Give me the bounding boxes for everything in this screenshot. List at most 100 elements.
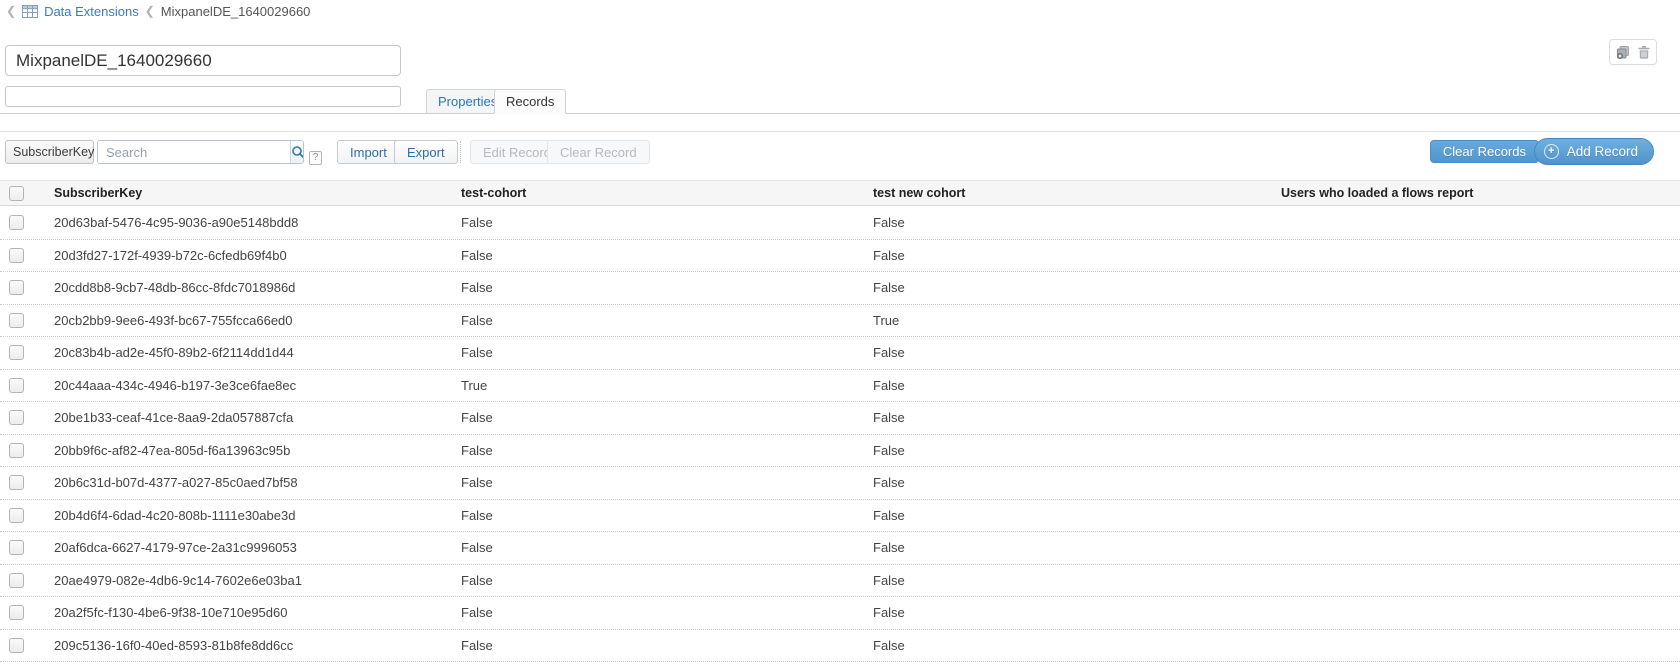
row-checkbox-cell	[0, 248, 45, 263]
cell-subscriber-key: 20c83b4b-ad2e-45f0-89b2-6f2114dd1d44	[45, 345, 452, 360]
cell-test-cohort: False	[452, 605, 864, 620]
search-field-label: SubscriberKey	[13, 145, 94, 159]
trash-icon[interactable]	[1638, 46, 1650, 59]
column-header-subscriberkey[interactable]: SubscriberKey	[45, 186, 452, 200]
record-row[interactable]: 20d3fd27-172f-4939-b72c-6cfedb69f4b0 Fal…	[0, 240, 1680, 273]
cell-subscriber-key: 209c5136-16f0-40ed-8593-81b8fe8dd6cc	[45, 638, 452, 653]
records-table-body: 20d63baf-5476-4c95-9036-a90e5148bdd8 Fal…	[0, 207, 1680, 662]
column-header-test-cohort[interactable]: test-cohort	[452, 186, 864, 200]
add-record-label: Add Record	[1567, 144, 1638, 159]
cell-test-cohort: True	[452, 378, 864, 393]
record-row[interactable]: 20cdd8b8-9cb7-48db-86cc-8fdc7018986d Fal…	[0, 272, 1680, 305]
cell-subscriber-key: 20d3fd27-172f-4939-b72c-6cfedb69f4b0	[45, 248, 452, 263]
column-header-test-new-cohort[interactable]: test new cohort	[864, 186, 1272, 200]
header-checkbox-cell	[0, 186, 45, 201]
cell-test-cohort: False	[452, 443, 864, 458]
add-record-button[interactable]: + Add Record	[1534, 138, 1654, 165]
row-checkbox[interactable]	[9, 573, 24, 588]
cell-test-new-cohort: False	[864, 443, 1272, 458]
cell-subscriber-key: 20be1b33-ceaf-41ce-8aa9-2da057887cfa	[45, 410, 452, 425]
copy-icon[interactable]	[1616, 46, 1630, 59]
content-divider	[0, 131, 1680, 132]
row-checkbox[interactable]	[9, 508, 24, 523]
cell-test-new-cohort: False	[864, 573, 1272, 588]
cell-subscriber-key: 20d63baf-5476-4c95-9036-a90e5148bdd8	[45, 215, 452, 230]
cell-test-cohort: False	[452, 475, 864, 490]
record-row[interactable]: 20be1b33-ceaf-41ce-8aa9-2da057887cfa Fal…	[0, 402, 1680, 435]
record-row[interactable]: 20c83b4b-ad2e-45f0-89b2-6f2114dd1d44 Fal…	[0, 337, 1680, 370]
cell-test-new-cohort: False	[864, 248, 1272, 263]
cell-test-new-cohort: False	[864, 345, 1272, 360]
row-checkbox[interactable]	[9, 443, 24, 458]
cell-subscriber-key: 20a2f5fc-f130-4be6-9f38-10e710e95d60	[45, 605, 452, 620]
cell-test-cohort: False	[452, 410, 864, 425]
cell-subscriber-key: 20b4d6f4-6dad-4c20-808b-1111e30abe3d	[45, 508, 452, 523]
clear-record-button[interactable]: Clear Record	[547, 140, 650, 164]
de-name-input[interactable]	[5, 45, 401, 76]
column-header-flows-report[interactable]: Users who loaded a flows report	[1272, 186, 1680, 200]
help-icon[interactable]: ?	[309, 151, 322, 165]
breadcrumb-link-data-extensions[interactable]: Data Extensions	[44, 4, 139, 19]
back-chevron-icon[interactable]: ❮	[6, 4, 16, 18]
tab-records[interactable]: Records	[494, 89, 566, 114]
clear-records-button[interactable]: Clear Records	[1430, 140, 1539, 163]
breadcrumb-separator-icon: ❮	[145, 4, 155, 18]
row-checkbox[interactable]	[9, 345, 24, 360]
row-checkbox[interactable]	[9, 410, 24, 425]
cell-subscriber-key: 20b6c31d-b07d-4377-a027-85c0aed7bf58	[45, 475, 452, 490]
row-checkbox-cell	[0, 215, 45, 230]
row-checkbox[interactable]	[9, 605, 24, 620]
record-row[interactable]: 20ae4979-082e-4db6-9c14-7602e6e03ba1 Fal…	[0, 565, 1680, 598]
cell-test-new-cohort: True	[864, 313, 1272, 328]
row-checkbox[interactable]	[9, 638, 24, 653]
record-row[interactable]: 20a2f5fc-f130-4be6-9f38-10e710e95d60 Fal…	[0, 597, 1680, 630]
search-button[interactable]	[290, 141, 304, 163]
cell-test-new-cohort: False	[864, 475, 1272, 490]
export-button[interactable]: Export	[394, 140, 458, 164]
cell-test-cohort: False	[452, 280, 864, 295]
record-row[interactable]: 20d63baf-5476-4c95-9036-a90e5148bdd8 Fal…	[0, 207, 1680, 240]
cell-test-cohort: False	[452, 313, 864, 328]
search-field-dropdown[interactable]: SubscriberKey ▾	[5, 140, 94, 164]
cell-subscriber-key: 20ae4979-082e-4db6-9c14-7602e6e03ba1	[45, 573, 452, 588]
select-all-checkbox[interactable]	[9, 186, 24, 201]
row-checkbox-cell	[0, 508, 45, 523]
search-input[interactable]	[98, 141, 290, 163]
row-checkbox[interactable]	[9, 540, 24, 555]
cell-test-new-cohort: False	[864, 280, 1272, 295]
row-checkbox-cell	[0, 378, 45, 393]
row-checkbox-cell	[0, 540, 45, 555]
cell-test-cohort: False	[452, 215, 864, 230]
breadcrumb: ❮ Data Extensions ❮ MixpanelDE_164002966…	[6, 3, 310, 19]
cell-subscriber-key: 20bb9f6c-af82-47ea-805d-f6a13963c95b	[45, 443, 452, 458]
cell-test-new-cohort: False	[864, 605, 1272, 620]
record-row[interactable]: 20b4d6f4-6dad-4c20-808b-1111e30abe3d Fal…	[0, 500, 1680, 533]
row-checkbox[interactable]	[9, 378, 24, 393]
row-checkbox[interactable]	[9, 248, 24, 263]
record-row[interactable]: 20c44aaa-434c-4946-b197-3e3ce6fae8ec Tru…	[0, 370, 1680, 403]
cell-test-cohort: False	[452, 248, 864, 263]
row-checkbox[interactable]	[9, 280, 24, 295]
cell-test-cohort: False	[452, 638, 864, 653]
row-checkbox[interactable]	[9, 475, 24, 490]
record-row[interactable]: 209c5136-16f0-40ed-8593-81b8fe8dd6cc Fal…	[0, 630, 1680, 663]
data-extension-grid-icon	[22, 5, 38, 18]
row-checkbox[interactable]	[9, 313, 24, 328]
breadcrumb-current: MixpanelDE_1640029660	[161, 4, 311, 19]
import-button[interactable]: Import	[337, 140, 400, 164]
cell-test-new-cohort: False	[864, 378, 1272, 393]
row-checkbox-cell	[0, 313, 45, 328]
record-row[interactable]: 20af6dca-6627-4179-97ce-2a31c9996053 Fal…	[0, 532, 1680, 565]
cell-test-cohort: False	[452, 540, 864, 555]
row-checkbox-cell	[0, 605, 45, 620]
record-row[interactable]: 20b6c31d-b07d-4377-a027-85c0aed7bf58 Fal…	[0, 467, 1680, 500]
cell-subscriber-key: 20cb2bb9-9ee6-493f-bc67-755fcca66ed0	[45, 313, 452, 328]
row-checkbox-cell	[0, 475, 45, 490]
record-row[interactable]: 20bb9f6c-af82-47ea-805d-f6a13963c95b Fal…	[0, 435, 1680, 468]
row-checkbox[interactable]	[9, 215, 24, 230]
tabbar: Properties Records	[0, 90, 1680, 114]
cell-test-cohort: False	[452, 345, 864, 360]
plus-icon: +	[1544, 144, 1559, 159]
row-checkbox-cell	[0, 345, 45, 360]
record-row[interactable]: 20cb2bb9-9ee6-493f-bc67-755fcca66ed0 Fal…	[0, 305, 1680, 338]
